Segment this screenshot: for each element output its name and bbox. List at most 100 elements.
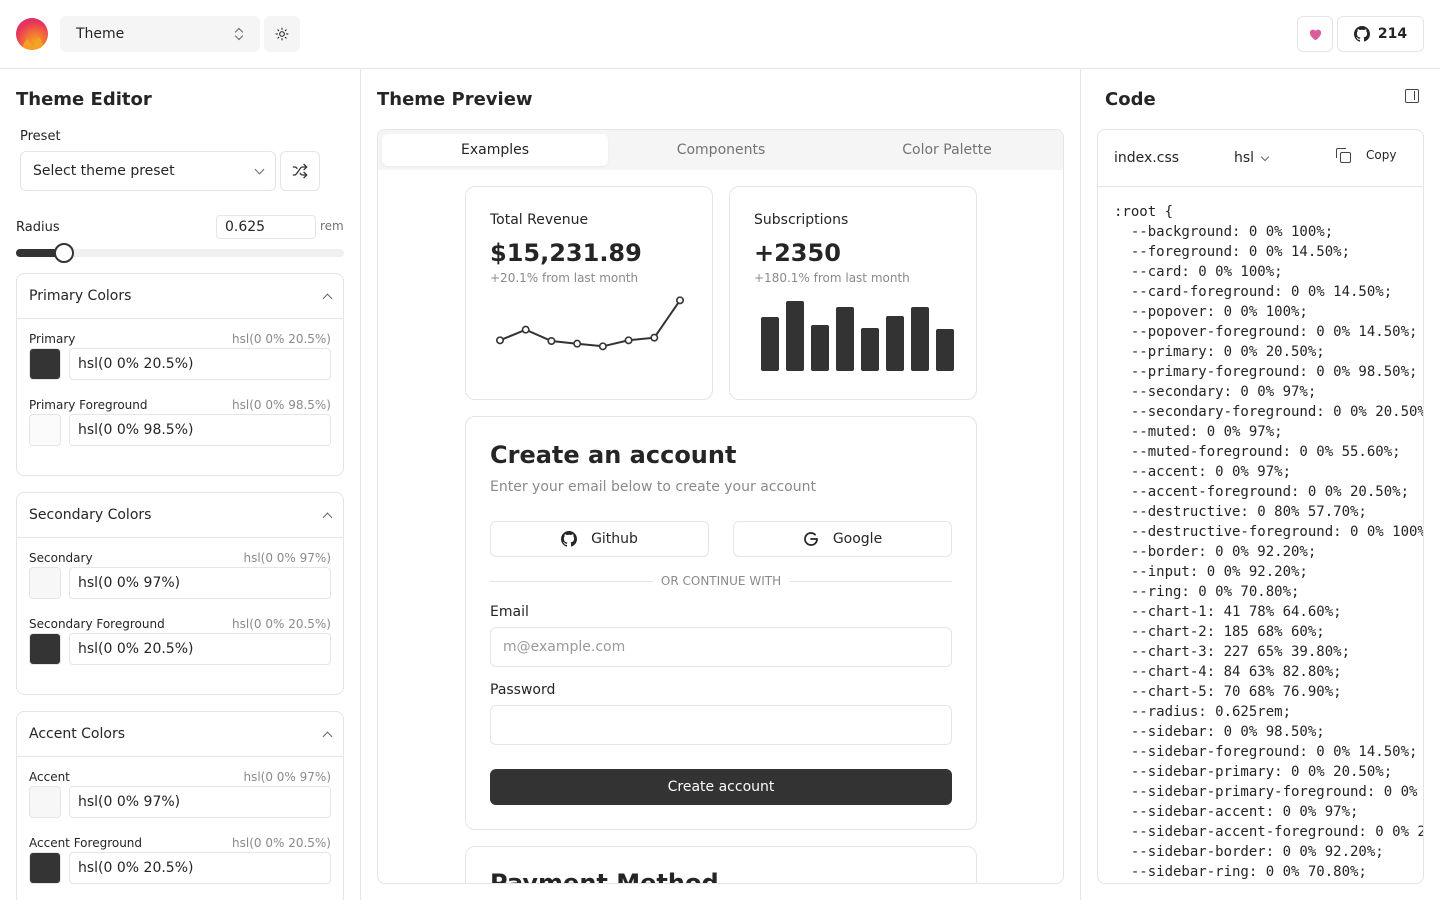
code-box: index.css hsl Copy :root { --background:… <box>1097 129 1424 884</box>
color-row-secondary: Secondary hsl(0 0% 97%) hsl(0 0% 97%) <box>17 551 343 617</box>
chevron-up-icon <box>322 731 333 741</box>
chevron-down-icon <box>1260 152 1270 161</box>
primary-colors-header[interactable]: Primary Colors <box>17 274 343 319</box>
revenue-point <box>521 325 530 334</box>
github-icon <box>561 531 578 547</box>
code-line: --muted-foreground: 0 0% 55.60%; <box>1114 444 1401 460</box>
payment-method-title: Payment Method <box>490 869 719 884</box>
code-content[interactable]: :root { --background: 0 0% 100%; --foreg… <box>1114 202 1424 882</box>
revenue-point <box>547 336 556 345</box>
color-row-primary-foreground: Primary Foreground hsl(0 0% 98.5%) hsl(0… <box>17 398 343 464</box>
revenue-point <box>624 336 633 345</box>
secondary-colors-header[interactable]: Secondary Colors <box>17 493 343 538</box>
tab-components[interactable]: Components <box>608 134 834 166</box>
heart-icon <box>1309 29 1321 41</box>
preset-select[interactable]: Select theme preset <box>20 151 276 191</box>
preset-label: Preset <box>20 129 61 144</box>
color-input[interactable]: hsl(0 0% 97%) <box>69 567 331 599</box>
color-value-label: hsl(0 0% 20.5%) <box>232 617 331 631</box>
accent-colors-section: Accent Colors Accent hsl(0 0% 97%) hsl(0… <box>16 711 344 900</box>
color-input[interactable]: hsl(0 0% 20.5%) <box>69 633 331 665</box>
code-line: --sidebar-foreground: 0 0% 14.50%; <box>1114 744 1418 760</box>
color-format-value: hsl <box>1234 150 1255 166</box>
github-login-button[interactable]: Github <box>490 521 709 557</box>
code-line: --card-foreground: 0 0% 14.50%; <box>1114 284 1393 300</box>
color-swatch[interactable] <box>29 633 61 665</box>
github-stars-button[interactable]: 214 <box>1337 16 1424 52</box>
color-value-label: hsl(0 0% 98.5%) <box>232 398 331 412</box>
color-swatch[interactable] <box>29 348 61 380</box>
radius-slider-thumb[interactable] <box>53 243 74 263</box>
create-account-subtitle: Enter your email below to create your ac… <box>490 479 816 495</box>
code-line: --chart-2: 185 68% 60%; <box>1114 624 1325 640</box>
code-line: :root { <box>1114 204 1174 220</box>
color-input[interactable]: hsl(0 0% 20.5%) <box>69 348 331 380</box>
copy-button[interactable]: Copy <box>1336 148 1396 163</box>
code-line: --destructive-foreground: 0 0% 100% <box>1114 524 1424 540</box>
tab-examples[interactable]: Examples <box>382 134 608 166</box>
color-swatch[interactable] <box>29 414 61 446</box>
color-input-value: hsl(0 0% 20.5%) <box>78 860 194 876</box>
app-logo[interactable] <box>16 18 48 50</box>
subscriptions-bar <box>811 325 829 371</box>
color-name: Accent Foreground <box>29 836 143 850</box>
top-bar: Theme 214 <box>0 0 1440 69</box>
code-line: --secondary-foreground: 0 0% 20.50% <box>1114 404 1424 420</box>
color-format-select[interactable]: hsl <box>1234 150 1270 166</box>
code-line: --primary-foreground: 0 0% 98.50%; <box>1114 364 1418 380</box>
divider-label: OR CONTINUE WITH <box>652 574 790 588</box>
color-swatch[interactable] <box>29 567 61 599</box>
theme-mode-toggle-button[interactable] <box>264 16 300 52</box>
code-title: Code <box>1105 89 1156 110</box>
google-login-label: Google <box>832 531 883 547</box>
secondary-colors-section: Secondary Colors Secondary hsl(0 0% 97%)… <box>16 492 344 695</box>
create-account-button[interactable]: Create account <box>490 769 952 805</box>
subscriptions-bar <box>786 301 804 371</box>
theme-editor-panel: Theme Editor Preset Select theme preset … <box>0 69 361 900</box>
radius-input[interactable]: 0.625 <box>216 215 316 239</box>
theme-select[interactable]: Theme <box>60 16 260 52</box>
code-line: --chart-3: 227 65% 39.80%; <box>1114 644 1351 660</box>
subscriptions-bar <box>886 316 904 371</box>
code-line: --sidebar: 0 0% 98.50%; <box>1114 724 1325 740</box>
code-panel: Code index.css hsl Copy :root { --backgr… <box>1081 69 1440 900</box>
collapse-panel-icon[interactable] <box>1405 89 1419 103</box>
password-field[interactable] <box>490 705 952 745</box>
accent-colors-header[interactable]: Accent Colors <box>17 712 343 757</box>
color-value-label: hsl(0 0% 20.5%) <box>232 836 331 850</box>
google-login-button[interactable]: Google <box>733 521 952 557</box>
email-placeholder: m@example.com <box>503 639 626 655</box>
code-line: --popover: 0 0% 100%; <box>1114 304 1308 320</box>
tab-color-palette[interactable]: Color Palette <box>834 134 1060 166</box>
payment-method-card: Payment Method <box>465 846 977 884</box>
preset-select-value: Select theme preset <box>33 163 175 179</box>
section-title: Primary Colors <box>29 288 132 304</box>
color-swatch[interactable] <box>29 786 61 818</box>
email-field[interactable]: m@example.com <box>490 627 952 667</box>
chevron-down-icon <box>254 164 265 174</box>
radius-slider[interactable] <box>16 243 344 263</box>
code-line: --card: 0 0% 100%; <box>1114 264 1283 280</box>
color-input[interactable]: hsl(0 0% 97%) <box>69 786 331 818</box>
revenue-point <box>496 336 505 345</box>
theme-preview-title: Theme Preview <box>377 89 533 110</box>
color-swatch[interactable] <box>29 852 61 884</box>
color-name: Primary Foreground <box>29 398 148 412</box>
preview-tabs: Examples Components Color Palette <box>378 130 1063 170</box>
color-input-value: hsl(0 0% 20.5%) <box>78 641 194 657</box>
github-icon <box>1353 26 1370 42</box>
radius-unit: rem <box>320 219 344 233</box>
sun-icon <box>275 27 289 41</box>
create-account-title: Create an account <box>490 441 737 469</box>
color-input[interactable]: hsl(0 0% 20.5%) <box>69 852 331 884</box>
code-line: --popover-foreground: 0 0% 14.50%; <box>1114 324 1418 340</box>
chevrons-up-down-icon <box>234 27 244 41</box>
chevron-up-icon <box>322 293 333 303</box>
code-line: --sidebar-primary: 0 0% 20.50%; <box>1114 764 1393 780</box>
code-line: --radius: 0.625rem; <box>1114 704 1292 720</box>
code-line: --chart-1: 41 78% 64.60%; <box>1114 604 1342 620</box>
color-input[interactable]: hsl(0 0% 98.5%) <box>69 414 331 446</box>
color-row-accent: Accent hsl(0 0% 97%) hsl(0 0% 97%) <box>17 770 343 836</box>
random-preset-button[interactable] <box>280 151 320 191</box>
sponsor-button[interactable] <box>1297 16 1333 52</box>
